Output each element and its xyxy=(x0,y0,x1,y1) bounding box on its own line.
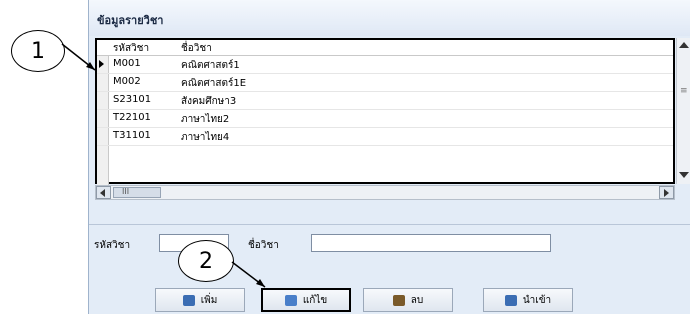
callout-2-arrowhead xyxy=(256,279,265,287)
annotation-arrows xyxy=(61,43,266,288)
